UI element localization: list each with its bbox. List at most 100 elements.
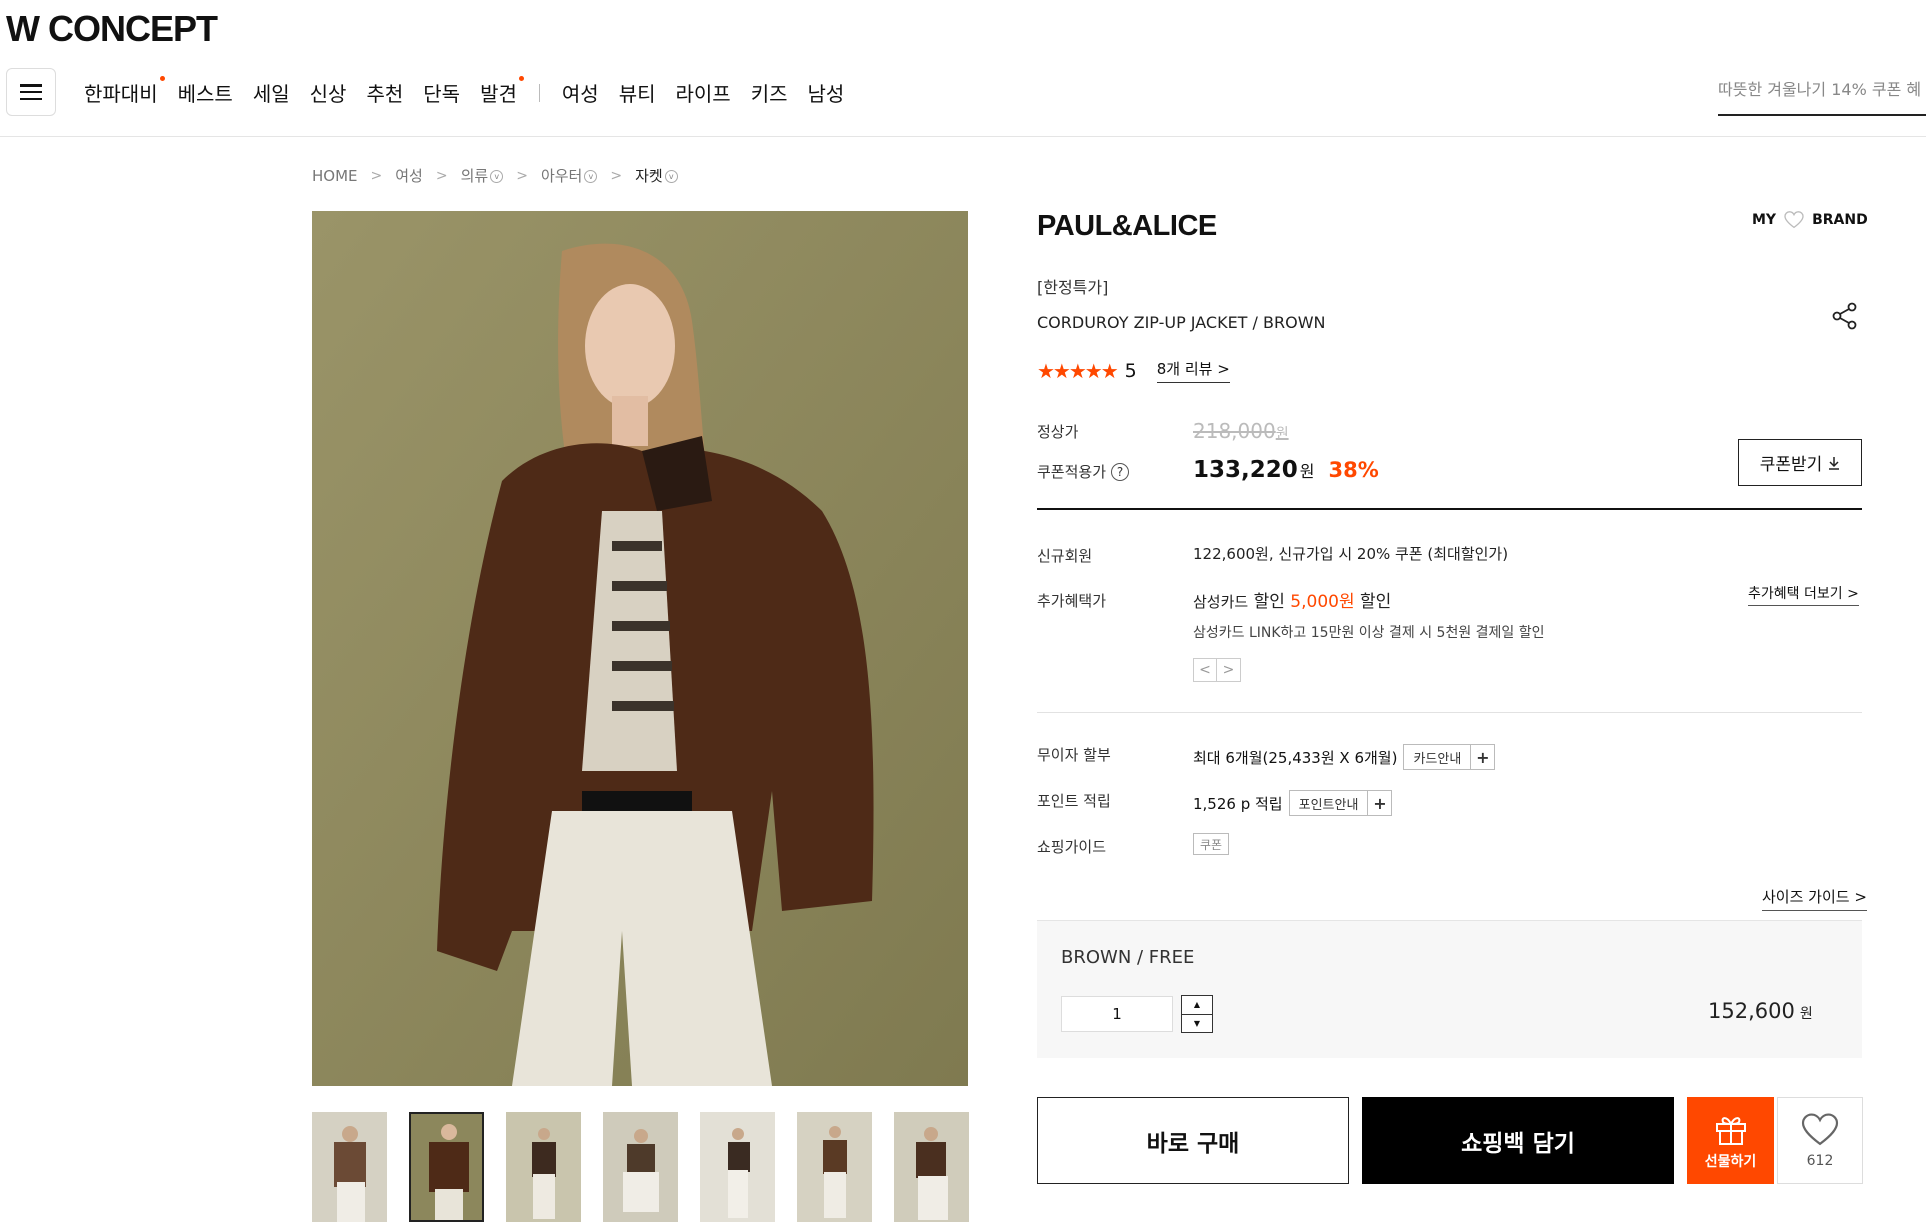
- like-button[interactable]: 612: [1777, 1097, 1863, 1184]
- more-benefits-link[interactable]: 추가혜택 더보기 >: [1748, 583, 1859, 606]
- thumbnail-image: [603, 1112, 678, 1222]
- new-member-text: 122,600원, 신규가입 시 20% 쿠폰 (최대할인가): [1193, 545, 1509, 563]
- installment-text: 최대 6개월(25,433원 X 6개월) 카드안내 +: [1193, 744, 1496, 770]
- thumbnail-image: [894, 1112, 969, 1222]
- brand-name[interactable]: PAUL&ALICE: [1037, 210, 1217, 243]
- new-member-label: 신규회원: [1037, 547, 1093, 565]
- download-icon: [1829, 456, 1840, 470]
- add-to-cart-button[interactable]: 쇼핑백 담기: [1362, 1097, 1674, 1184]
- hamburger-menu-button[interactable]: [6, 68, 56, 116]
- share-button[interactable]: [1832, 302, 1858, 330]
- nav-item-hanpa[interactable]: 한파대비: [84, 76, 165, 107]
- section-divider: [1037, 712, 1862, 713]
- price-divider: [1037, 508, 1862, 510]
- nav-item-new[interactable]: 신상: [310, 78, 347, 107]
- search-input[interactable]: 따뜻한 겨울나기 14% 쿠폰 혜: [1718, 76, 1926, 116]
- breadcrumb-clothing[interactable]: 의류 v: [461, 165, 504, 186]
- card-benefit-subtext: 삼성카드 LINK하고 15만원 이상 결제 시 5천원 결제일 할인: [1193, 625, 1545, 641]
- selected-option-box: [1037, 920, 1862, 1058]
- thumbnail-image: [312, 1112, 387, 1222]
- like-count: 612: [1806, 1152, 1834, 1169]
- chevron-right-icon[interactable]: >: [1217, 658, 1241, 682]
- discount-rate: 38%: [1328, 458, 1379, 482]
- quantity-input[interactable]: 1: [1061, 996, 1173, 1032]
- thumbnail-image: [506, 1112, 581, 1222]
- chevron-down-icon[interactable]: v: [490, 170, 504, 183]
- plus-icon: +: [1470, 745, 1494, 769]
- thumbnail-7[interactable]: [894, 1112, 969, 1222]
- thumbnail-3[interactable]: [506, 1112, 581, 1222]
- promo-tag: [한정특가]: [1037, 278, 1109, 297]
- breadcrumb-home[interactable]: HOME: [312, 167, 358, 185]
- new-dot: [159, 76, 165, 81]
- model-photo: [312, 211, 968, 1086]
- nav-item-men[interactable]: 남성: [808, 78, 845, 107]
- nav-item-life[interactable]: 라이프: [676, 78, 731, 107]
- gift-button[interactable]: 선물하기: [1687, 1097, 1774, 1184]
- decrease-quantity-button[interactable]: ▼: [1182, 1015, 1212, 1033]
- size-guide-link[interactable]: 사이즈 가이드 >: [1762, 886, 1867, 911]
- hamburger-icon: [20, 84, 42, 100]
- points-text: 1,526 p 적립 포인트안내 +: [1193, 790, 1393, 816]
- original-price: 218,000원: [1193, 419, 1289, 443]
- card-benefit-text: 삼성카드 할인 5,000원 할인: [1193, 592, 1392, 612]
- nav-divider: [538, 83, 540, 102]
- option-price: 152,600 원: [1708, 999, 1813, 1023]
- rating-score: 5: [1124, 359, 1137, 382]
- breadcrumb-jacket[interactable]: 자켓 v: [635, 165, 678, 186]
- benefit-pager: < >: [1193, 658, 1241, 682]
- thumbnail-4[interactable]: [603, 1112, 678, 1222]
- chevron-right-icon: >: [1847, 586, 1859, 602]
- main-navigation: 한파대비 베스트 세일 신상 추천 단독 발견 여성 뷰티 라이프 키즈 남성: [84, 76, 864, 107]
- nav-item-kids[interactable]: 키즈: [751, 78, 788, 107]
- breadcrumb-women[interactable]: 여성: [395, 165, 423, 186]
- breadcrumb: HOME > 여성 > 의류 v > 아우터 v > 자켓 v: [312, 165, 678, 186]
- thumbnail-1[interactable]: [312, 1112, 387, 1222]
- nav-item-exclusive[interactable]: 단독: [423, 78, 460, 107]
- heart-outline-icon: [1784, 211, 1804, 229]
- my-brand-button[interactable]: MY BRAND: [1752, 211, 1868, 229]
- buy-now-button[interactable]: 바로 구매: [1037, 1097, 1349, 1184]
- extra-benefit-label: 추가혜택가: [1037, 592, 1107, 610]
- question-icon[interactable]: ?: [1111, 462, 1130, 481]
- chevron-right-icon: >: [1217, 360, 1230, 378]
- nav-item-recommend[interactable]: 추천: [366, 78, 403, 107]
- coupon-price: 133,220 원 38%: [1193, 457, 1379, 483]
- gift-icon: [1715, 1116, 1746, 1145]
- quantity-stepper: ▲ ▼: [1181, 995, 1213, 1033]
- logo[interactable]: W CONCEPT: [6, 8, 218, 50]
- my-brand-label-my: MY: [1752, 212, 1777, 228]
- breadcrumb-outer[interactable]: 아우터 v: [541, 165, 598, 186]
- thumbnail-image: [411, 1114, 482, 1220]
- nav-item-discover[interactable]: 발견: [480, 76, 524, 107]
- rating-row: ★★★★★ 5 8개 리뷰 >: [1037, 358, 1230, 383]
- coupon-tag[interactable]: 쿠폰: [1193, 833, 1230, 855]
- chevron-right-icon: >: [516, 167, 528, 184]
- increase-quantity-button[interactable]: ▲: [1182, 996, 1212, 1015]
- product-name: CORDUROY ZIP-UP JACKET / BROWN: [1037, 313, 1326, 332]
- original-price-label: 정상가: [1037, 423, 1079, 441]
- review-link[interactable]: 8개 리뷰 >: [1156, 358, 1230, 383]
- thumbnail-image: [700, 1112, 775, 1222]
- points-guide-button[interactable]: 포인트안내 +: [1288, 790, 1393, 816]
- star-rating-icon: ★★★★★: [1037, 358, 1119, 383]
- share-icon: [1832, 302, 1857, 330]
- chevron-left-icon[interactable]: <: [1193, 658, 1217, 682]
- thumbnail-image: [797, 1112, 872, 1222]
- nav-item-beauty[interactable]: 뷰티: [619, 78, 656, 107]
- thumbnail-5[interactable]: [700, 1112, 775, 1222]
- thumbnail-2-selected[interactable]: [409, 1112, 484, 1222]
- chevron-right-icon: >: [1854, 888, 1867, 906]
- nav-item-sale[interactable]: 세일: [253, 78, 290, 107]
- get-coupon-button[interactable]: 쿠폰받기: [1738, 439, 1862, 486]
- chevron-down-icon[interactable]: v: [584, 170, 598, 183]
- nav-item-women[interactable]: 여성: [562, 78, 599, 107]
- installment-label: 무이자 할부: [1037, 746, 1111, 764]
- product-main-image[interactable]: [312, 211, 968, 1086]
- new-dot: [518, 76, 524, 81]
- card-guide-button[interactable]: 카드안내 +: [1403, 744, 1496, 770]
- chevron-down-icon[interactable]: v: [664, 170, 678, 183]
- thumbnail-6[interactable]: [797, 1112, 872, 1222]
- shopping-guide-label: 쇼핑가이드: [1037, 838, 1107, 856]
- nav-item-best[interactable]: 베스트: [178, 78, 233, 107]
